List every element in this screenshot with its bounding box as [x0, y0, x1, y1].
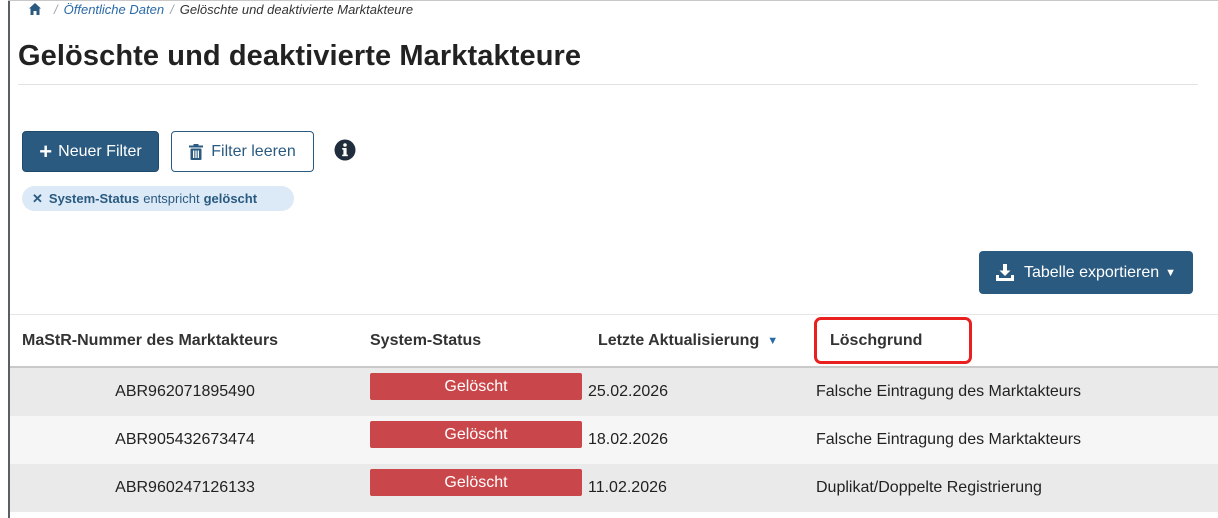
cell-mastr-nummer: ABR960247126133 — [115, 479, 255, 496]
breadcrumb-separator: / — [170, 1, 174, 17]
breadcrumb-oeffentliche-daten[interactable]: Öffentliche Daten — [64, 2, 164, 17]
new-filter-button[interactable]: + Neuer Filter — [22, 131, 159, 172]
cell-date: 25.02.2026 — [588, 383, 669, 400]
breadcrumb-separator: / — [54, 1, 58, 17]
cell-loeschgrund: Falsche Eintragung des Marktakteurs — [816, 431, 1082, 448]
cell-loeschgrund: Duplikat/Doppelte Registrierung — [816, 479, 1042, 496]
new-filter-label: Neuer Filter — [58, 142, 142, 160]
cell-date: 11.02.2026 — [588, 479, 667, 496]
status-badge: Gelöscht — [370, 469, 582, 496]
clear-filter-label: Filter leeren — [211, 142, 296, 160]
cell-mastr-nummer: ABR962071895490 — [115, 383, 255, 400]
download-icon — [995, 264, 1014, 281]
filter-field: System-Status — [48, 191, 140, 206]
status-badge: Gelöscht — [370, 421, 582, 448]
status-badge: Gelöscht — [370, 373, 582, 400]
active-filter-chip: ✕ System-Status entspricht gelöscht — [22, 186, 294, 211]
highlight-annotation-box — [814, 317, 972, 364]
remove-filter-icon[interactable]: ✕ — [32, 191, 43, 207]
filter-value: gelöscht — [203, 191, 258, 206]
plus-icon: + — [39, 138, 53, 164]
column-header-label: Letzte Aktualisierung — [598, 332, 760, 349]
table-row[interactable]: ABR960247126133 Gelöscht 11.02.2026 Dupl… — [10, 464, 1218, 512]
export-label: Tabelle exportieren — [1023, 263, 1160, 281]
breadcrumb: / Öffentliche Daten / Gelöschte und deak… — [28, 0, 413, 18]
home-icon[interactable] — [28, 2, 42, 16]
cell-date: 18.02.2026 — [588, 431, 669, 448]
sort-descending-icon: ▼ — [767, 335, 779, 347]
column-header-letzte-aktualisierung[interactable]: Letzte Aktualisierung ▼ — [598, 327, 778, 355]
chevron-down-icon: ▼ — [1165, 266, 1177, 279]
title-divider — [18, 84, 1198, 85]
cell-loeschgrund: Falsche Eintragung des Marktakteurs — [816, 383, 1082, 400]
info-icon[interactable] — [334, 139, 356, 161]
table-top-border — [10, 314, 1218, 315]
page-title: Gelöschte und deaktivierte Marktakteure — [18, 40, 582, 72]
cell-mastr-nummer: ABR905432673474 — [115, 431, 255, 448]
clear-filter-button[interactable]: Filter leeren — [171, 131, 314, 172]
filter-operator: entspricht — [143, 191, 200, 206]
export-table-button[interactable]: Tabelle exportieren ▼ — [979, 251, 1193, 294]
table-row[interactable]: ABR905432673474 Gelöscht 18.02.2026 Fals… — [10, 416, 1218, 464]
column-header-system-status[interactable]: System-Status — [370, 327, 481, 355]
table-row[interactable]: ABR962071895490 Gelöscht 25.02.2026 Fals… — [10, 368, 1218, 416]
breadcrumb-current: Gelöschte und deaktivierte Marktakteure — [179, 1, 414, 17]
trash-icon — [189, 143, 204, 160]
column-header-mastr-nummer[interactable]: MaStR-Nummer des Marktakteurs — [22, 327, 278, 355]
